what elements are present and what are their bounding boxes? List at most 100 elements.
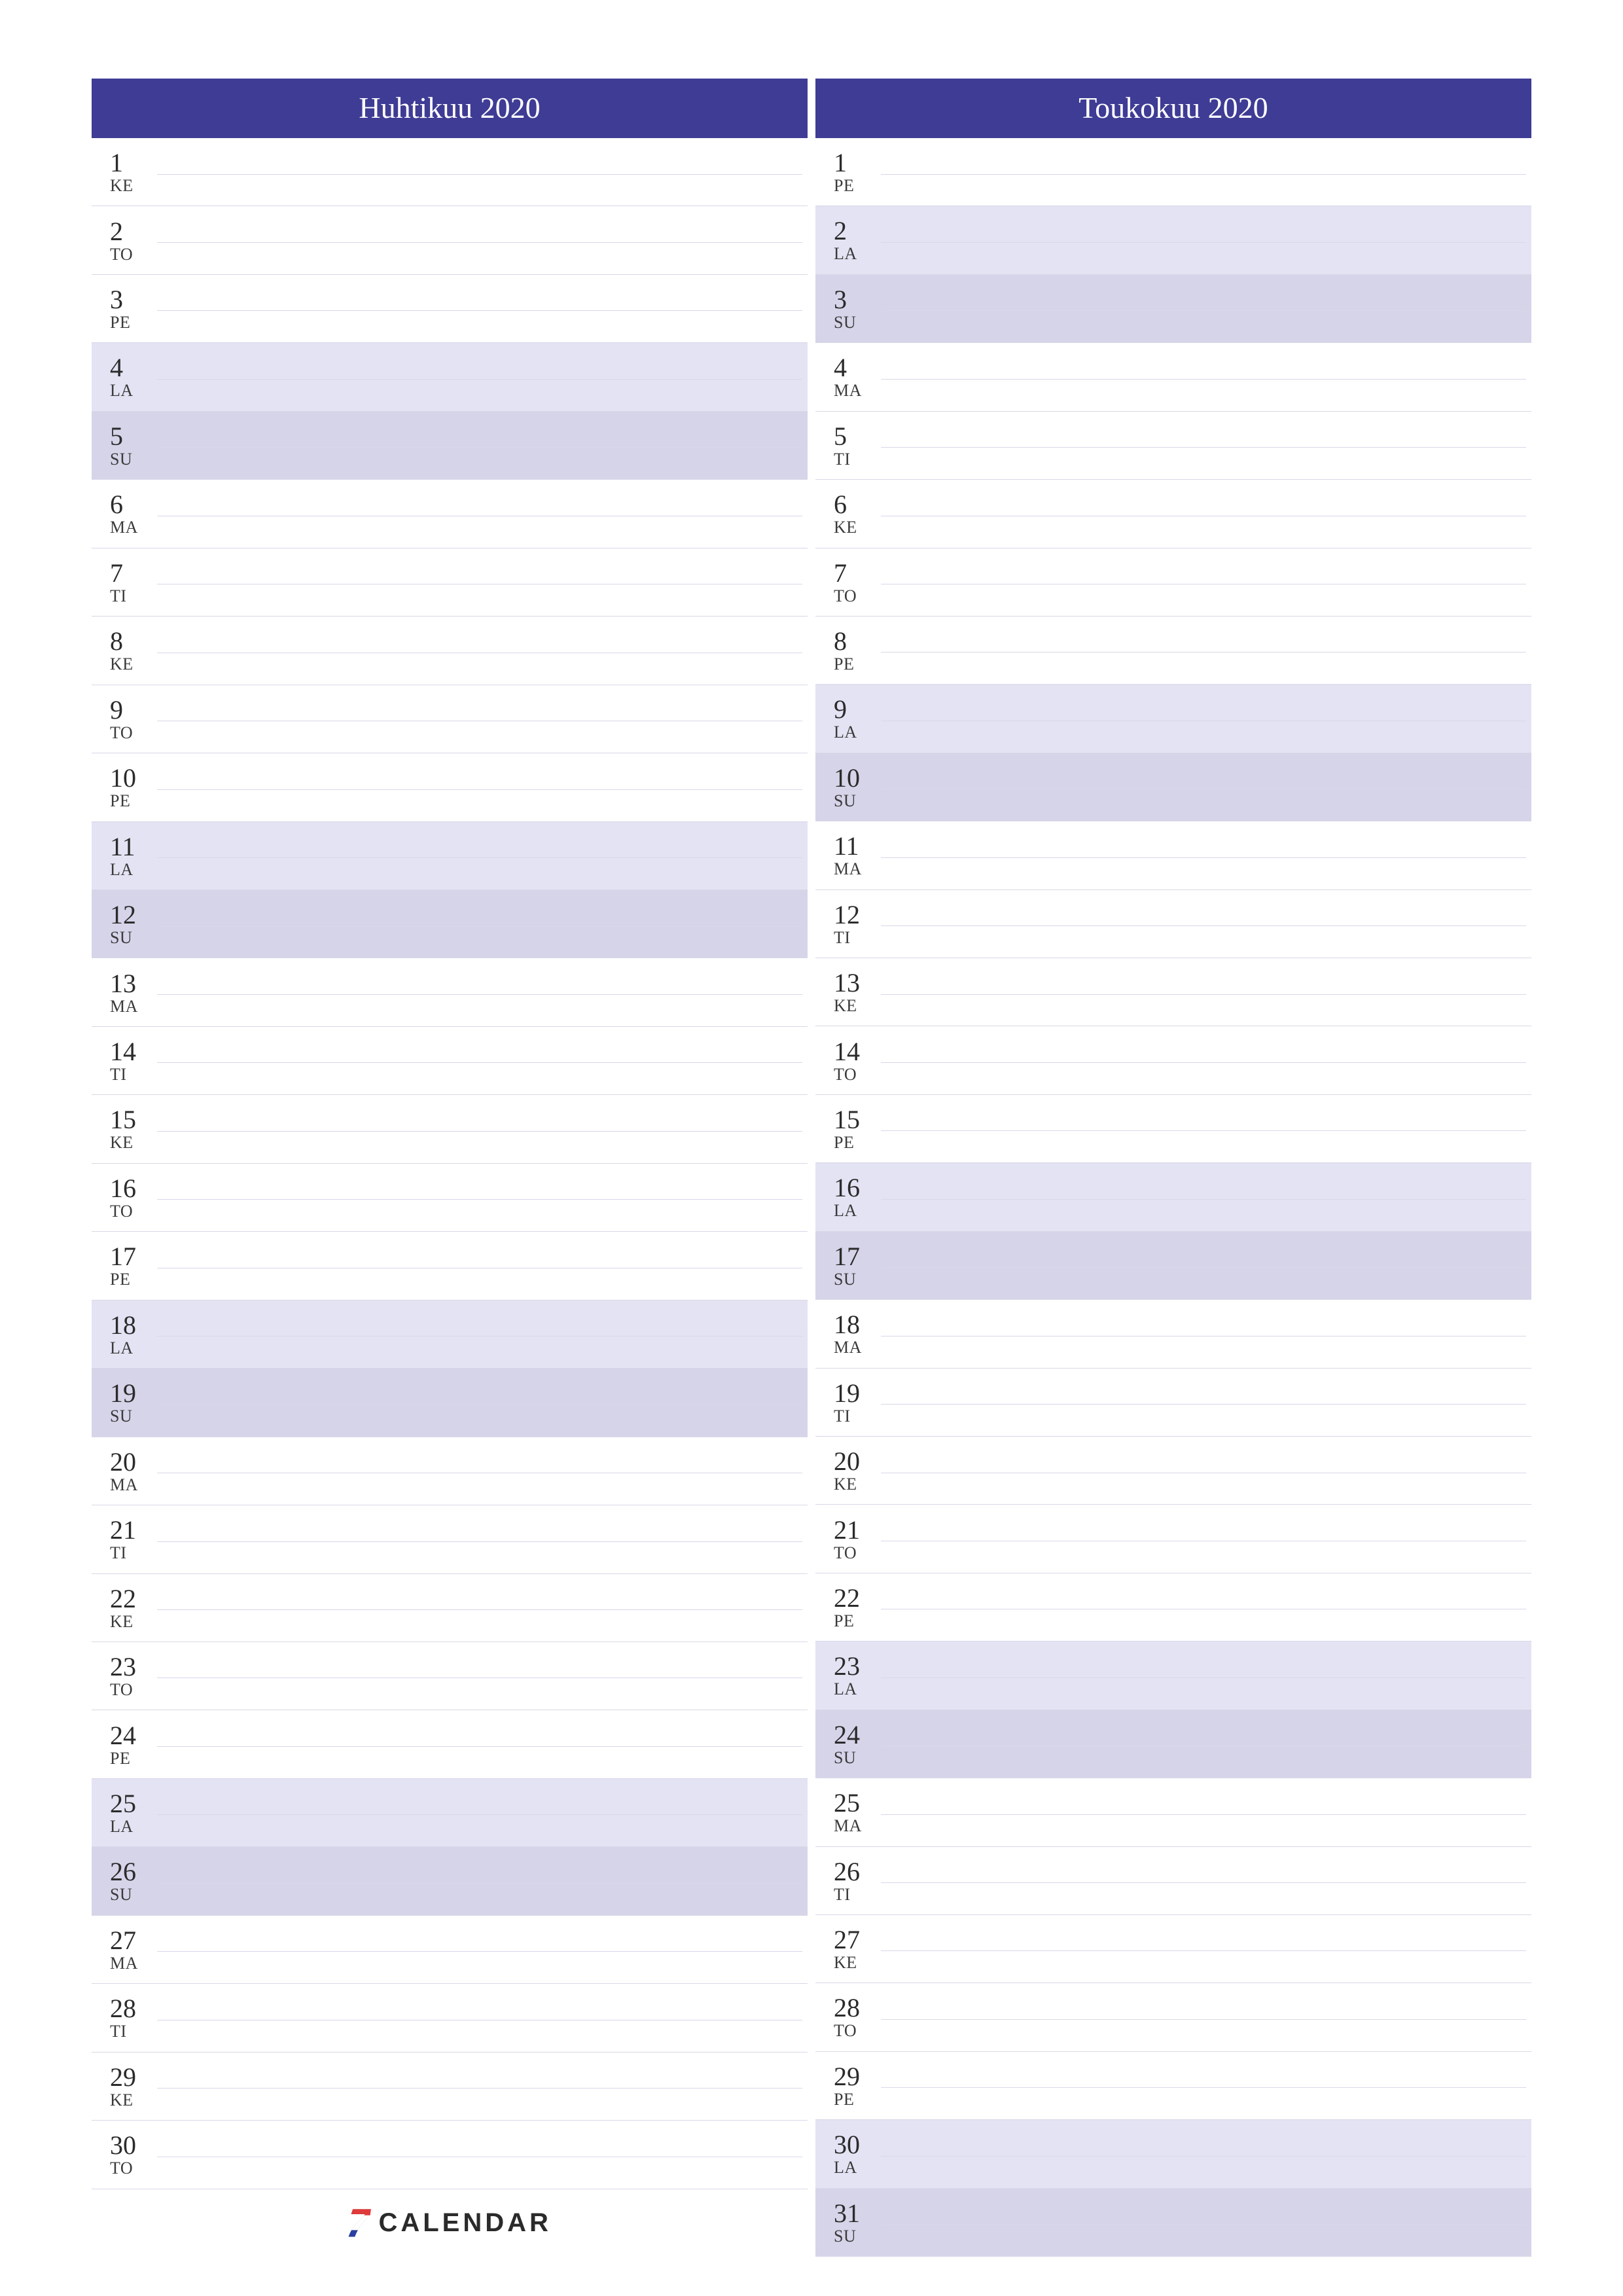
day-cell: 15KE (92, 1095, 157, 1162)
day-number: 27 (834, 1926, 881, 1954)
day-row: 29PE (815, 2052, 1531, 2120)
day-cell: 18MA (815, 1300, 881, 1367)
day-cell: 11MA (815, 821, 881, 889)
day-cell: 25MA (815, 1778, 881, 1846)
day-note-line (881, 623, 1526, 653)
day-number: 6 (110, 491, 157, 518)
day-row: 7TO (815, 548, 1531, 617)
day-row: 4LA (92, 343, 808, 411)
day-weekday: TO (834, 2022, 881, 2039)
day-note-line (881, 691, 1526, 721)
day-note-line (881, 213, 1526, 243)
day-note-line (881, 281, 1526, 312)
day-note-line (881, 828, 1526, 858)
day-cell: 26TI (815, 1847, 881, 1914)
day-row: 14TO (815, 1026, 1531, 1094)
day-weekday: KE (834, 1475, 881, 1493)
day-row: 27KE (815, 1915, 1531, 1983)
day-cell: 15PE (815, 1095, 881, 1162)
day-number: 26 (834, 1858, 881, 1886)
day-weekday: TI (110, 2022, 157, 2040)
day-note-line (157, 1102, 802, 1132)
day-row: 5TI (815, 412, 1531, 480)
day-weekday: MA (834, 1817, 881, 1835)
day-weekday: TO (110, 1681, 157, 1698)
day-weekday: TI (834, 1886, 881, 1903)
day-weekday: LA (834, 245, 881, 262)
day-note-line (881, 760, 1526, 790)
day-cell: 17SU (815, 1232, 881, 1299)
day-cell: 11LA (92, 822, 157, 889)
day-weekday: SU (110, 1407, 157, 1425)
day-number: 19 (110, 1380, 157, 1407)
day-note-line (881, 1170, 1526, 1200)
day-row: 22PE (815, 1573, 1531, 1641)
day-number: 30 (110, 2132, 157, 2159)
day-note-line (881, 1785, 1526, 1815)
day-number: 7 (834, 560, 881, 587)
day-weekday: MA (110, 997, 157, 1015)
day-weekday: TO (834, 1066, 881, 1083)
day-row: 19TI (815, 1369, 1531, 1437)
day-row: 23TO (92, 1642, 808, 1710)
day-number: 10 (110, 764, 157, 792)
day-row: 25MA (815, 1778, 1531, 1846)
day-note-line (881, 2195, 1526, 2225)
day-cell: 21TI (92, 1505, 157, 1573)
day-cell: 10SU (815, 753, 881, 821)
day-weekday: MA (834, 382, 881, 399)
day-note-line (157, 1581, 802, 1611)
day-cell: 25LA (92, 1779, 157, 1846)
day-cell: 16LA (815, 1163, 881, 1230)
day-row: 20MA (92, 1437, 808, 1505)
day-note-line (881, 2058, 1526, 2089)
day-cell: 12SU (92, 890, 157, 958)
day-cell: 23TO (92, 1642, 157, 1710)
day-number: 24 (834, 1721, 881, 1749)
day-number: 22 (110, 1585, 157, 1613)
day-cell: 6KE (815, 480, 881, 547)
day-weekday: LA (834, 723, 881, 741)
day-row: 5SU (92, 412, 808, 480)
day-row: 17SU (815, 1232, 1531, 1300)
day-weekday: TO (834, 587, 881, 605)
calendar-page: Huhtikuu 20201KE2TO3PE4LA5SU6MA7TI8KE9TO… (92, 79, 1531, 2257)
day-row: 3PE (92, 275, 808, 343)
day-row: 16LA (815, 1163, 1531, 1231)
day-note-line (157, 1854, 802, 1884)
day-cell: 13KE (815, 958, 881, 1026)
day-number: 16 (834, 1174, 881, 1202)
day-weekday: KE (110, 655, 157, 673)
day-number: 27 (110, 1927, 157, 1954)
day-cell: 1KE (92, 138, 157, 206)
day-note-line (157, 281, 802, 312)
day-note-line (157, 1717, 802, 1747)
day-row: 27MA (92, 1916, 808, 1984)
day-note-line (157, 1033, 802, 1064)
day-row: 23LA (815, 1641, 1531, 1710)
day-row: 1KE (92, 138, 808, 206)
month-header: Toukokuu 2020 (815, 79, 1531, 138)
day-row: 28TO (815, 1983, 1531, 2051)
day-row: 15PE (815, 1095, 1531, 1163)
day-row: 11MA (815, 821, 1531, 889)
day-note-line (881, 555, 1526, 585)
day-row: 24SU (815, 1710, 1531, 1778)
day-weekday: SU (110, 450, 157, 468)
day-weekday: SU (110, 1886, 157, 1903)
day-cell: 17PE (92, 1232, 157, 1299)
day-cell: 13MA (92, 958, 157, 1026)
days-list: 1KE2TO3PE4LA5SU6MA7TI8KE9TO10PE11LA12SU1… (92, 138, 808, 2257)
day-row: 7TI (92, 548, 808, 617)
day-weekday: TO (110, 724, 157, 742)
logo-text: CALENDAR (378, 2208, 551, 2238)
day-note-line (881, 1375, 1526, 1405)
day-cell: 20MA (92, 1437, 157, 1505)
day-cell: 2TO (92, 206, 157, 274)
day-row: 4MA (815, 343, 1531, 411)
day-cell: 16TO (92, 1164, 157, 1231)
day-weekday: SU (834, 314, 881, 331)
day-number: 10 (834, 764, 881, 792)
day-note-line (157, 2127, 802, 2157)
day-note-line (157, 486, 802, 516)
